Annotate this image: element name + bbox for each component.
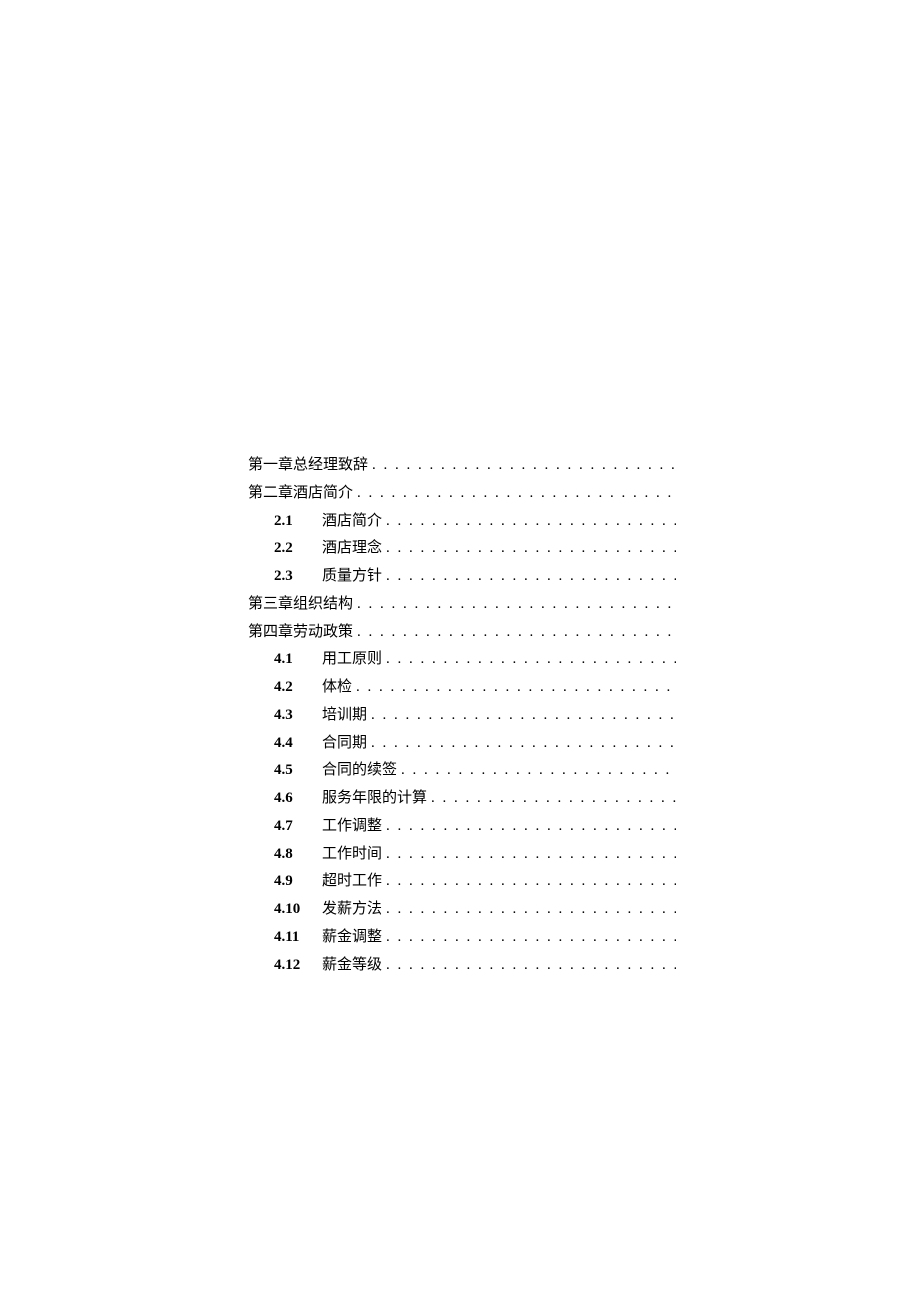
toc-leader — [386, 896, 676, 924]
toc-entry: 4.7 工作调整 — [248, 813, 676, 841]
toc-title: 酒店简介 — [322, 508, 382, 536]
toc-leader — [371, 702, 676, 730]
toc-container: 第一章总经理致辞 第二章酒店简介 2.1 酒店简介 2.2 酒店理念 2.3 质… — [248, 452, 676, 979]
toc-entry: 4.10 发薪方法 — [248, 896, 676, 924]
toc-leader — [431, 785, 676, 813]
toc-number: 4.5 — [274, 757, 310, 785]
toc-leader — [386, 952, 676, 980]
toc-entry: 4.8 工作时间 — [248, 841, 676, 869]
toc-number: 4.10 — [274, 896, 310, 924]
toc-number: 4.4 — [274, 730, 310, 758]
toc-leader — [386, 535, 676, 563]
toc-entry: 4.5 合同的续签 — [248, 757, 676, 785]
toc-leader — [357, 619, 676, 647]
toc-number: 2.3 — [274, 563, 310, 591]
toc-title: 第四章劳动政策 — [248, 619, 353, 647]
toc-title: 合同期 — [322, 730, 367, 758]
toc-leader — [386, 868, 676, 896]
toc-entry: 第一章总经理致辞 — [248, 452, 676, 480]
toc-title: 质量方针 — [322, 563, 382, 591]
toc-title: 体检 — [322, 674, 352, 702]
toc-number: 2.2 — [274, 535, 310, 563]
toc-entry: 4.4 合同期 — [248, 730, 676, 758]
toc-leader — [372, 452, 676, 480]
toc-number: 4.9 — [274, 868, 310, 896]
toc-leader — [356, 674, 676, 702]
toc-number: 2.1 — [274, 508, 310, 536]
toc-leader — [401, 757, 676, 785]
toc-title: 超时工作 — [322, 868, 382, 896]
toc-leader — [386, 563, 676, 591]
toc-leader — [357, 480, 676, 508]
toc-entry: 第三章组织结构 — [248, 591, 676, 619]
toc-entry: 4.1 用工原则 — [248, 646, 676, 674]
toc-title: 工作调整 — [322, 813, 382, 841]
toc-entry: 4.11 薪金调整 — [248, 924, 676, 952]
toc-title: 用工原则 — [322, 646, 382, 674]
toc-title: 工作时间 — [322, 841, 382, 869]
toc-number: 4.3 — [274, 702, 310, 730]
toc-entry: 4.12 薪金等级 — [248, 952, 676, 980]
toc-number: 4.11 — [274, 924, 310, 952]
toc-number: 4.8 — [274, 841, 310, 869]
toc-number: 4.1 — [274, 646, 310, 674]
toc-title: 第三章组织结构 — [248, 591, 353, 619]
toc-leader — [371, 730, 676, 758]
toc-leader — [386, 924, 676, 952]
toc-title: 酒店理念 — [322, 535, 382, 563]
toc-entry: 2.2 酒店理念 — [248, 535, 676, 563]
toc-title: 发薪方法 — [322, 896, 382, 924]
toc-leader — [357, 591, 676, 619]
toc-entry: 4.6 服务年限的计算 — [248, 785, 676, 813]
toc-leader — [386, 646, 676, 674]
toc-title: 薪金调整 — [322, 924, 382, 952]
toc-entry: 4.9 超时工作 — [248, 868, 676, 896]
toc-title: 第二章酒店简介 — [248, 480, 353, 508]
toc-leader — [386, 841, 676, 869]
toc-number: 4.7 — [274, 813, 310, 841]
toc-number: 4.2 — [274, 674, 310, 702]
toc-number: 4.6 — [274, 785, 310, 813]
toc-entry: 2.3 质量方针 — [248, 563, 676, 591]
toc-entry: 第二章酒店简介 — [248, 480, 676, 508]
toc-entry: 4.3 培训期 — [248, 702, 676, 730]
toc-leader — [386, 813, 676, 841]
toc-entry: 4.2 体检 — [248, 674, 676, 702]
toc-title: 培训期 — [322, 702, 367, 730]
toc-title: 合同的续签 — [322, 757, 397, 785]
toc-entry: 第四章劳动政策 — [248, 619, 676, 647]
toc-number: 4.12 — [274, 952, 310, 980]
toc-title: 第一章总经理致辞 — [248, 452, 368, 480]
toc-entry: 2.1 酒店简介 — [248, 508, 676, 536]
toc-leader — [386, 508, 676, 536]
toc-title: 服务年限的计算 — [322, 785, 427, 813]
toc-title: 薪金等级 — [322, 952, 382, 980]
